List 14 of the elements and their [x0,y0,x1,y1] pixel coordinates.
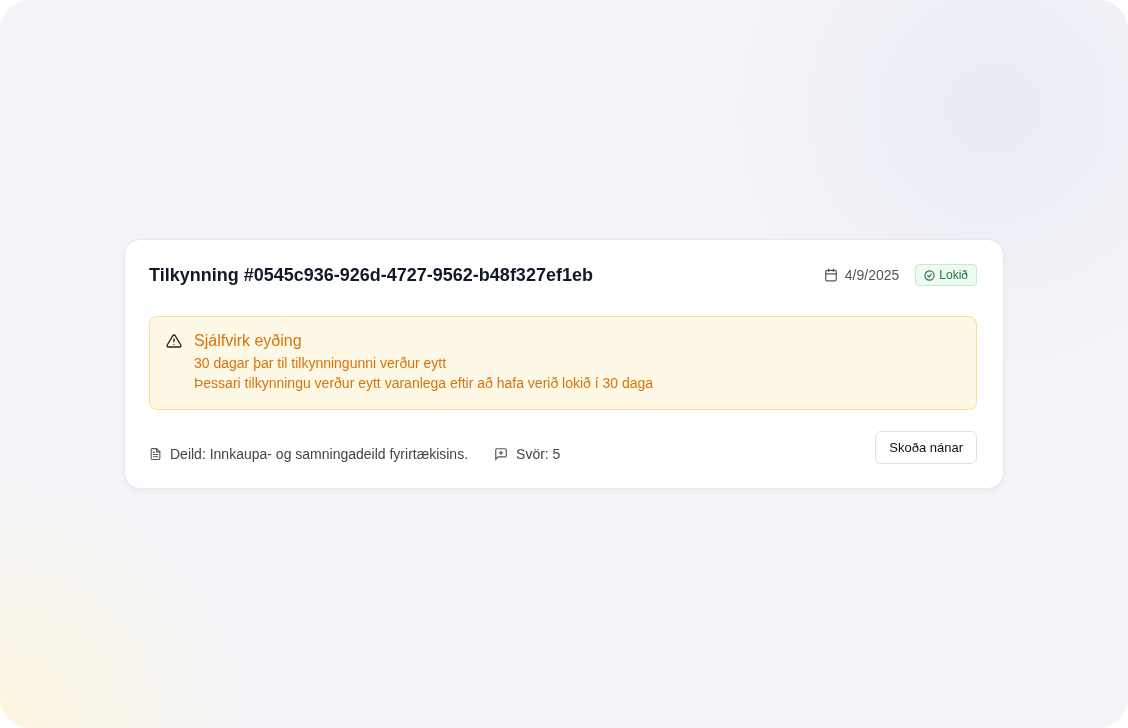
warning-icon [166,333,182,349]
warning-text: 30 dagar þar til tilkynningunni verður eytt [194,354,448,373]
notice-title: Tilkynning #0545c936-926d-4727-9562-b48f327ef1eb [149,264,593,286]
department-text: Deild: Innkaupa- og samningadeild fyrirtækisins. [170,445,469,462]
status-badge: Lokið [915,264,977,286]
comment-icon [494,446,509,461]
view-details-button[interactable]: Skoða nánar [875,431,977,464]
replies-count: Svör: 5 [516,445,561,462]
document-icon [149,446,162,461]
check-circle-icon [924,269,936,281]
notice-date: 4/9/2025 [844,267,900,283]
calendar-icon [823,268,838,282]
warning-title: Sjálfvirk eyðing [194,332,303,350]
warning-text: Þessari tilkynningu verður eytt varanlega eftir að hafa verið lokið í 30 daga [194,374,654,393]
